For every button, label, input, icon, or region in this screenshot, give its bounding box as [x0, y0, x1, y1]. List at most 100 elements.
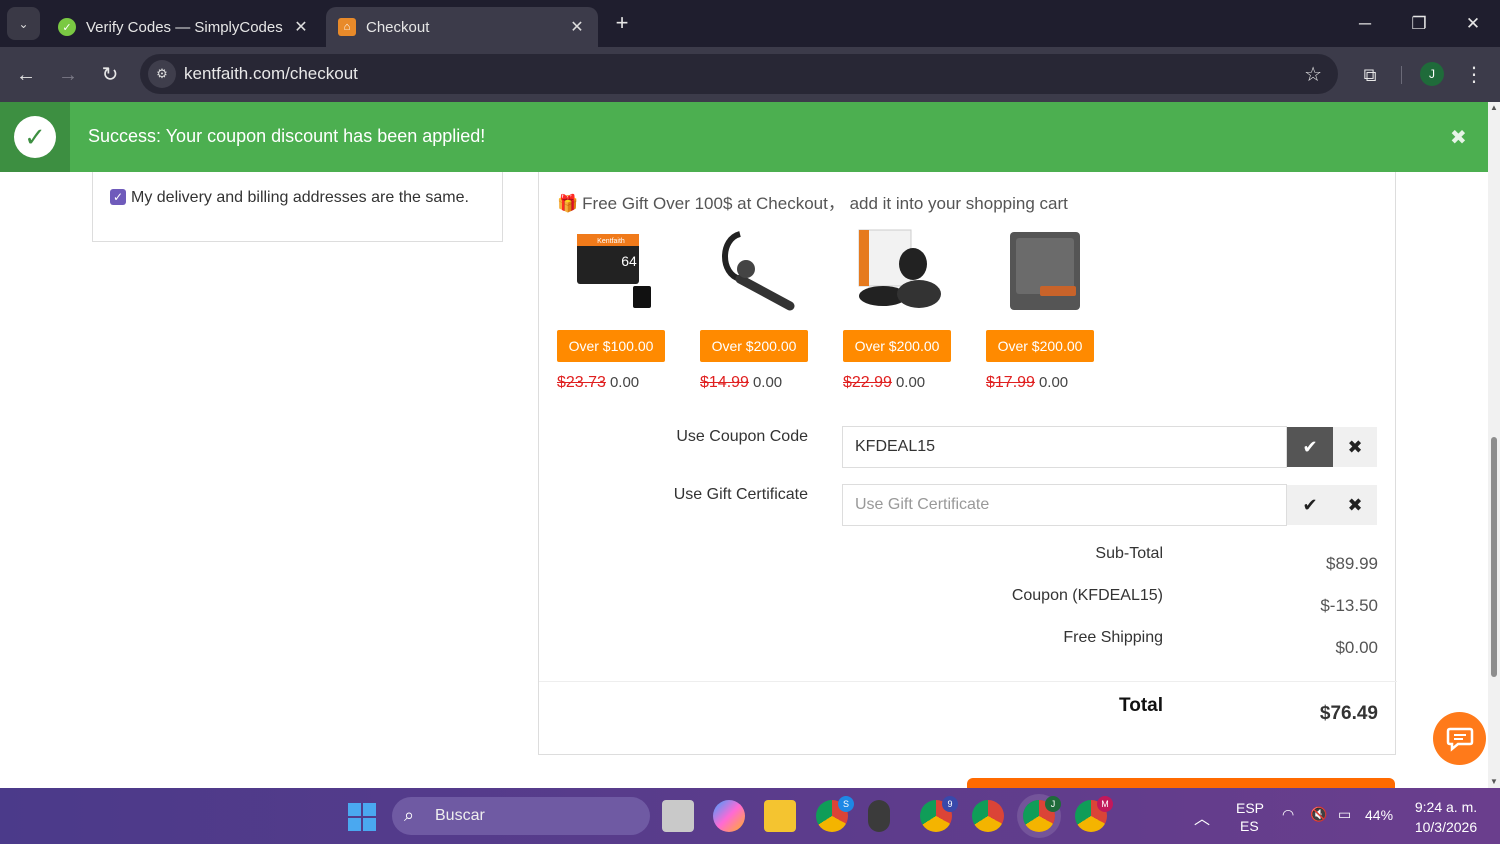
address-bar[interactable]: ⚙ kentfaith.com/checkout ☆ — [140, 54, 1338, 94]
free-gift-heading: 🎁 Free Gift Over 100$ at Checkout， add it… — [557, 189, 1068, 214]
restore-button[interactable]: ❐ — [1404, 10, 1434, 38]
memory-card-image: Kentfaith 64 — [577, 234, 651, 308]
subtotal-label: Sub-Total — [1095, 545, 1163, 562]
gift-old-price: $23.73 — [557, 374, 606, 391]
show-hidden-icons-chevron-icon[interactable]: ︿ — [1194, 805, 1210, 829]
profile-avatar[interactable]: J — [1420, 62, 1444, 86]
same-address-label: My delivery and billing addresses are th… — [131, 189, 469, 206]
tab-strip: ⌄ ✓ Verify Codes — SimplyCodes ✕ ⌂ Check… — [0, 0, 1500, 47]
remove-gift-certificate-button[interactable]: ✖ — [1333, 485, 1377, 525]
taskbar-search[interactable]: ⌕ Buscar — [392, 797, 650, 835]
scroll-up-arrow-icon[interactable]: ▲ — [1490, 104, 1498, 112]
tab-title: Verify Codes — SimplyCodes — [86, 18, 283, 36]
extensions-puzzle-icon[interactable]: ⧉ — [1356, 61, 1384, 89]
task-view-icon[interactable] — [662, 800, 694, 832]
lens-hood-kit-image — [858, 229, 941, 308]
gift-threshold-badge[interactable]: Over $100.00 — [557, 330, 665, 362]
gift-threshold-badge[interactable]: Over $200.00 — [986, 330, 1094, 362]
apply-gift-certificate-button[interactable]: ✔ — [1287, 485, 1333, 525]
coupon-discount-value: $-13.50 — [1320, 596, 1378, 615]
gift-price: $23.73 0.00 — [557, 374, 639, 392]
battery-icon[interactable]: ▭ — [1338, 806, 1351, 823]
minimize-button[interactable]: ─ — [1350, 10, 1380, 38]
gift-price: $14.99 0.00 — [700, 374, 782, 392]
svg-text:64: 64 — [621, 253, 637, 269]
gift-old-price: $22.99 — [843, 374, 892, 391]
kentfaith-favicon-icon: ⌂ — [338, 18, 356, 36]
page-scrollbar[interactable]: ▲ ▼ — [1488, 102, 1500, 788]
remove-coupon-button[interactable]: ✖ — [1333, 427, 1377, 467]
browser-menu-icon[interactable]: ⋮ — [1462, 61, 1486, 89]
chrome-profile-s-icon[interactable]: S — [816, 796, 854, 832]
mouse-app-icon[interactable] — [868, 800, 890, 832]
tab-search-button[interactable]: ⌄ — [7, 7, 40, 40]
success-check-icon: ✓ — [14, 116, 56, 158]
scroll-down-arrow-icon[interactable]: ▼ — [1490, 778, 1498, 786]
apply-coupon-button[interactable]: ✔ — [1287, 427, 1333, 467]
new-tab-button[interactable]: + — [610, 11, 634, 35]
bookmark-star-icon[interactable]: ☆ — [1304, 62, 1322, 87]
gift-price: $22.99 0.00 — [843, 374, 925, 392]
alert-icon-box: ✓ — [0, 102, 70, 172]
tab-close-icon[interactable]: ✕ — [568, 17, 586, 37]
start-windows-icon[interactable] — [348, 803, 376, 831]
windows-taskbar: ⌕ Buscar S 9 J M ︿ ESP ES ◠ 🔇 ▭ 44% 9:24… — [0, 788, 1500, 844]
chat-support-button[interactable] — [1433, 712, 1486, 765]
coupon-input[interactable]: KFDEAL15 — [842, 426, 1287, 468]
gift-threshold-badge[interactable]: Over $200.00 — [700, 330, 808, 362]
checkout-page: ✓ My delivery and billing addresses are … — [0, 102, 1500, 788]
summary-divider — [539, 681, 1397, 682]
clock-time: 9:24 a. m. — [1414, 799, 1478, 815]
gift-certificate-label: Use Gift Certificate — [673, 486, 808, 503]
tab-close-icon[interactable]: ✕ — [292, 17, 310, 37]
profile-badge: 9 — [942, 796, 958, 812]
chat-bubble-icon — [1446, 727, 1473, 752]
tab-checkout[interactable]: ⌂ Checkout ✕ — [326, 7, 598, 47]
gift-threshold-badge[interactable]: Over $200.00 — [843, 330, 951, 362]
gift-price: $17.99 0.00 — [986, 374, 1068, 392]
gift-certificate-input[interactable]: Use Gift Certificate — [842, 484, 1287, 526]
tab-verify-codes[interactable]: ✓ Verify Codes — SimplyCodes ✕ — [46, 7, 322, 47]
browser-toolbar: ← → ↻ ⚙ kentfaith.com/checkout ☆ ⧉ J ⋮ — [0, 47, 1500, 102]
forward-button[interactable]: → — [54, 61, 82, 89]
order-summary-panel: 🎁 Free Gift Over 100$ at Checkout， add it… — [538, 172, 1397, 755]
search-icon: ⌕ — [404, 805, 415, 825]
coupon-label: Use Coupon Code — [676, 428, 808, 445]
taskbar-search-text: Buscar — [435, 807, 485, 824]
profile-badge: S — [838, 796, 854, 812]
same-address-checkbox[interactable]: ✓ — [110, 189, 126, 205]
chrome-profile-m-icon[interactable]: M — [1075, 796, 1113, 832]
clock-date: 10/3/2026 — [1414, 819, 1478, 835]
window-close-button[interactable]: ✕ — [1458, 10, 1488, 38]
speaker-muted-icon[interactable]: 🔇 — [1310, 806, 1327, 823]
language-layout: ES — [1240, 818, 1259, 834]
back-button[interactable]: ← — [12, 61, 40, 89]
url-text[interactable]: kentfaith.com/checkout — [184, 64, 358, 84]
alert-close-icon[interactable]: ✖ — [1450, 125, 1467, 150]
gift-new-price: 0.00 — [895, 374, 926, 391]
reload-button[interactable]: ↻ — [96, 61, 124, 89]
chrome-profile-9-icon[interactable]: 9 — [920, 796, 958, 832]
gift-icon: 🎁 — [557, 194, 579, 213]
chrome-profile-guest-icon[interactable] — [972, 800, 1004, 832]
copilot-icon[interactable] — [713, 800, 745, 832]
wifi-icon[interactable]: ◠ — [1282, 806, 1294, 823]
total-value: $76.49 — [1319, 703, 1378, 724]
address-panel: ✓ My delivery and billing addresses are … — [92, 172, 503, 242]
shipping-value: $0.00 — [1335, 638, 1378, 657]
scroll-thumb[interactable] — [1491, 437, 1497, 677]
battery-percent: 44% — [1365, 807, 1394, 823]
input-language[interactable]: ESP ES — [1236, 799, 1264, 835]
site-info-icon[interactable]: ⚙ — [148, 60, 176, 88]
alert-message: Success: Your coupon discount has been a… — [88, 126, 486, 146]
confirm-order-button[interactable] — [967, 778, 1395, 788]
gift-new-price: 0.00 — [752, 374, 783, 391]
system-clock[interactable]: 9:24 a. m. 10/3/2026 — [1400, 797, 1492, 837]
tab-title: Checkout — [366, 18, 430, 36]
success-alert: ✓ Success: Your coupon discount has been… — [0, 102, 1488, 172]
language-code: ESP — [1236, 800, 1265, 816]
total-label: Total — [1119, 695, 1163, 716]
simplycodes-favicon-icon: ✓ — [58, 18, 76, 36]
file-explorer-icon[interactable] — [764, 800, 796, 832]
chrome-profile-j-icon[interactable]: J — [1023, 796, 1061, 832]
